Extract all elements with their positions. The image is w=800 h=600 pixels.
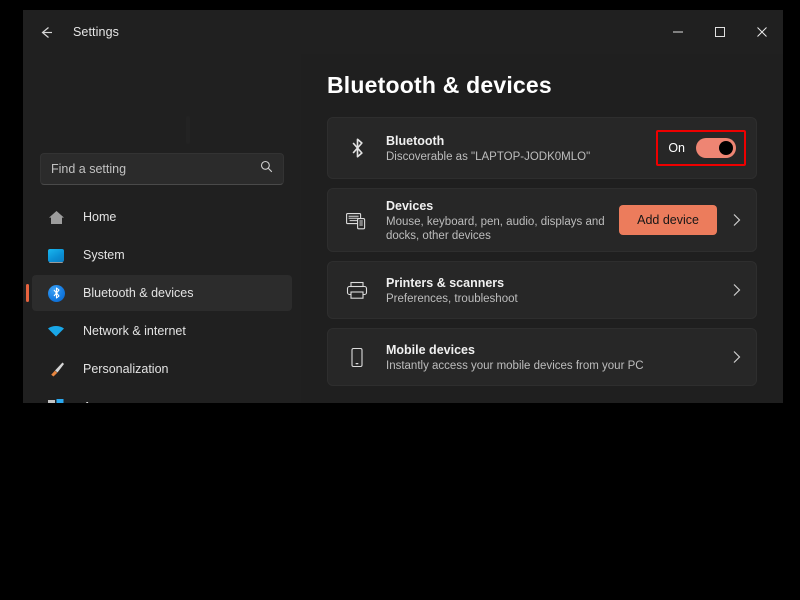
close-icon[interactable] <box>741 10 783 54</box>
apps-icon <box>47 398 65 403</box>
content-area: Bluetooth & devices Bluetooth Discoverab… <box>301 54 783 403</box>
bluetooth-icon <box>344 138 370 158</box>
bluetooth-icon <box>47 284 65 302</box>
card-subtitle: Instantly access your mobile devices fro… <box>386 359 644 372</box>
minimize-icon[interactable] <box>657 10 699 54</box>
sidebar-item-network-internet[interactable]: Network & internet <box>32 313 292 349</box>
printers-scanners-row[interactable]: Printers & scanners Preferences, trouble… <box>327 261 757 319</box>
chevron-right-icon[interactable] <box>731 349 742 365</box>
search-input[interactable] <box>51 162 254 176</box>
bluetooth-toggle[interactable] <box>696 138 736 158</box>
toggle-state-label: On <box>668 141 685 155</box>
account-avatar-placeholder <box>186 116 190 144</box>
chevron-right-icon[interactable] <box>731 212 742 228</box>
sidebar-item-apps[interactable]: Apps <box>32 389 292 403</box>
settings-window: Settings Find a setting Home System Blue… <box>23 10 783 403</box>
card-title: Printers & scanners <box>386 275 505 290</box>
card-subtitle: Discoverable as "LAPTOP-JODK0MLO" <box>386 150 591 163</box>
search-icon <box>260 160 273 178</box>
window-controls <box>657 10 783 54</box>
card-subtitle: Mouse, keyboard, pen, audio, displays an… <box>386 215 605 242</box>
card-title: Mobile devices <box>386 342 475 357</box>
sidebar-item-label: Bluetooth & devices <box>83 286 194 300</box>
monitor-icon <box>47 246 65 264</box>
sidebar-item-system[interactable]: System <box>32 237 292 273</box>
title-bar: Settings <box>23 10 783 54</box>
mobile-phone-icon <box>344 347 370 368</box>
sidebar-item-label: Apps <box>83 400 112 403</box>
back-arrow-icon[interactable] <box>29 16 63 48</box>
paintbrush-icon <box>47 360 65 378</box>
maximize-icon[interactable] <box>699 10 741 54</box>
sidebar-nav: Home System Bluetooth & devices Network … <box>23 199 301 403</box>
sidebar-item-personalization[interactable]: Personalization <box>32 351 292 387</box>
sidebar: Home System <box>23 54 301 403</box>
chevron-right-icon[interactable] <box>731 282 742 298</box>
sidebar-item-label: Home <box>83 210 117 224</box>
home-icon <box>47 208 65 226</box>
add-device-button[interactable]: Add device <box>619 205 717 235</box>
wifi-icon <box>47 322 65 340</box>
search-box[interactable] <box>40 153 284 185</box>
sidebar-item-label: System <box>83 248 125 262</box>
sidebar-item-label: Personalization <box>83 362 169 376</box>
devices-row[interactable]: Devices Mouse, keyboard, pen, audio, dis… <box>327 188 757 252</box>
sidebar-item-bluetooth-devices[interactable]: Bluetooth & devices <box>26 275 292 311</box>
mobile-text-block: Mobile devices Instantly access your mob… <box>386 342 731 373</box>
mobile-devices-row[interactable]: Mobile devices Instantly access your mob… <box>327 328 757 386</box>
sidebar-item-home[interactable]: Home <box>32 199 292 235</box>
sidebar-item-label: Network & internet <box>83 324 186 338</box>
keyboard-devices-icon <box>344 211 370 230</box>
printers-text-block: Printers & scanners Preferences, trouble… <box>386 275 731 306</box>
bluetooth-setting-card: Bluetooth Discoverable as "LAPTOP-JODK0M… <box>327 117 757 179</box>
card-subtitle: Preferences, troubleshoot <box>386 292 518 305</box>
app-title: Settings <box>73 25 119 39</box>
printer-icon <box>344 281 370 300</box>
devices-text-block: Devices Mouse, keyboard, pen, audio, dis… <box>386 198 619 243</box>
toggle-knob <box>719 141 733 155</box>
bluetooth-toggle-highlight: On <box>656 130 746 166</box>
page-title: Bluetooth & devices <box>327 72 552 98</box>
window-body: Home System <box>23 54 783 403</box>
card-title: Devices <box>386 198 434 213</box>
